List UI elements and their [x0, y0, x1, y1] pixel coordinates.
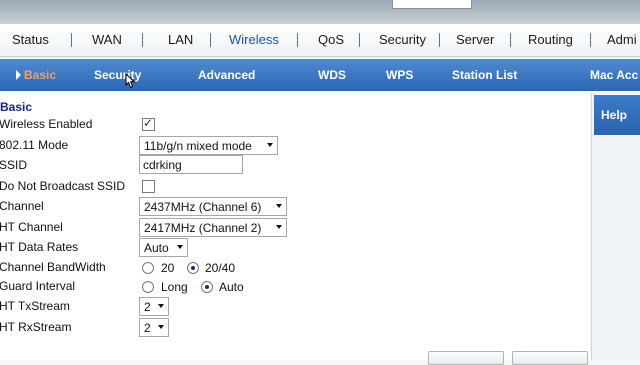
tab-routing[interactable]: Routing — [528, 32, 573, 47]
channel-label: Channel — [0, 199, 44, 213]
bandwidth-label: Channel BandWidth — [0, 260, 106, 274]
ht-data-rates-label: HT Data Rates — [0, 240, 79, 254]
sub-nav: Basic Security Advanced WDS WPS Station … — [0, 59, 640, 91]
mode-select[interactable]: 11b/g/n mixed mode — [139, 136, 278, 155]
rx-stream-label: HT RxStream — [0, 320, 72, 334]
ht-channel-value: 2417MHz (Channel 2) — [144, 221, 262, 235]
channel-select[interactable]: 2437MHz (Channel 6) — [139, 197, 287, 216]
rx-stream-value: 2 — [144, 321, 151, 335]
help-title: Help — [601, 108, 628, 122]
subtab-station-list[interactable]: Station List — [452, 68, 517, 82]
nav-separator — [510, 33, 511, 47]
tab-server[interactable]: Server — [456, 32, 494, 47]
help-header: Help — [594, 95, 640, 135]
active-arrow-icon — [16, 70, 21, 80]
content-panel — [0, 93, 590, 360]
chevron-down-icon — [267, 143, 273, 147]
guard-option-long: Long — [161, 280, 188, 294]
nav-separator — [297, 33, 298, 47]
bandwidth-radio-20[interactable] — [142, 262, 154, 274]
no-broadcast-label: Do Not Broadcast SSID — [0, 179, 126, 193]
chevron-down-icon — [276, 225, 282, 229]
tx-stream-value: 2 — [144, 300, 151, 314]
nav-separator — [439, 33, 440, 47]
nav-separator — [71, 33, 72, 47]
main-nav: Status WAN LAN Wireless QoS Security Ser… — [0, 24, 640, 57]
no-broadcast-checkbox[interactable] — [142, 180, 155, 193]
subtab-mac-access[interactable]: Mac Acc — [590, 68, 638, 82]
chevron-down-icon — [158, 304, 164, 308]
guard-interval-label: Guard Interval — [0, 279, 76, 293]
channel-value: 2437MHz (Channel 6) — [144, 200, 262, 214]
tab-wan[interactable]: WAN — [92, 32, 122, 47]
wireless-enabled-label: Wireless Enabled — [0, 117, 93, 131]
apply-button[interactable] — [428, 351, 504, 365]
header-field[interactable] — [392, 0, 472, 9]
guard-option-auto: Auto — [219, 280, 244, 294]
ssid-value: cdrking — [143, 158, 182, 172]
tab-admin[interactable]: Admi — [607, 32, 637, 47]
nav-separator — [590, 33, 591, 47]
cancel-button[interactable] — [512, 351, 588, 365]
ht-channel-label: HT Channel — [0, 220, 63, 234]
tx-stream-select[interactable]: 2 — [139, 297, 169, 316]
ht-data-rates-value: Auto — [144, 241, 169, 255]
chevron-down-icon — [276, 204, 282, 208]
ssid-input[interactable]: cdrking — [139, 155, 243, 174]
chevron-down-icon — [177, 245, 183, 249]
nav-separator — [359, 33, 360, 47]
chevron-down-icon — [158, 325, 164, 329]
check-icon: ✓ — [143, 116, 154, 130]
guard-radio-long[interactable] — [142, 281, 154, 293]
ht-channel-select[interactable]: 2417MHz (Channel 2) — [139, 218, 287, 237]
mode-value: 11b/g/n mixed mode — [144, 139, 252, 153]
ssid-label: SSID — [0, 158, 28, 172]
subtab-basic[interactable]: Basic — [24, 68, 56, 82]
nav-separator — [210, 33, 211, 47]
top-header-strip — [0, 0, 640, 24]
tab-security[interactable]: Security — [379, 32, 426, 47]
subtab-wds[interactable]: WDS — [318, 68, 346, 82]
nav-separator — [142, 33, 143, 47]
subtab-advanced[interactable]: Advanced — [198, 68, 255, 82]
guard-radio-auto[interactable] — [201, 281, 213, 293]
tx-stream-label: HT TxStream — [0, 299, 70, 313]
tab-wireless[interactable]: Wireless — [229, 32, 279, 47]
tab-qos[interactable]: QoS — [318, 32, 344, 47]
bandwidth-radio-20-40[interactable] — [187, 262, 199, 274]
wireless-enabled-checkbox[interactable]: ✓ — [142, 116, 155, 131]
tab-status[interactable]: Status — [12, 32, 49, 47]
bandwidth-option-20-40: 20/40 — [205, 261, 236, 275]
section-title: Basic — [0, 100, 33, 114]
tab-lan[interactable]: LAN — [168, 32, 193, 47]
help-panel: Help — [591, 93, 640, 360]
bandwidth-option-20: 20 — [161, 261, 175, 275]
mode-label: 802.11 Mode — [0, 138, 69, 152]
rx-stream-select[interactable]: 2 — [139, 318, 169, 337]
subtab-wps[interactable]: WPS — [386, 68, 413, 82]
ht-data-rates-select[interactable]: Auto — [139, 238, 188, 257]
hand-cursor-icon — [125, 72, 136, 89]
